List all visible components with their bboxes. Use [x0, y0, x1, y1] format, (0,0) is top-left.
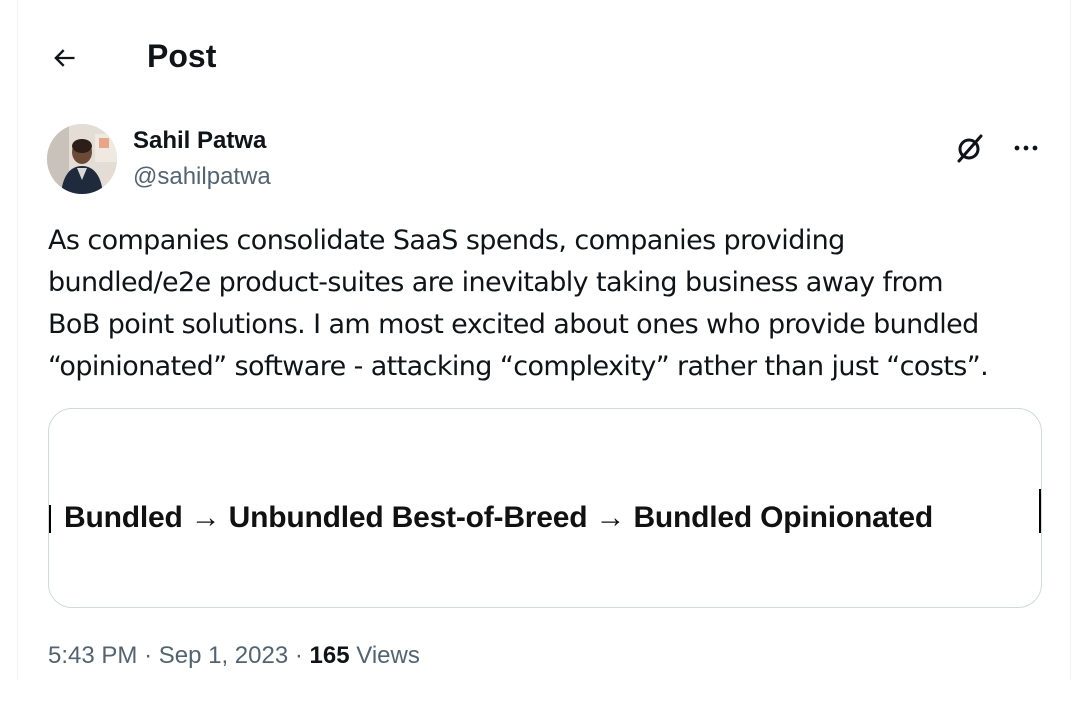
post-meta: 5:43 PM · Sep 1, 2023 · 165 Views — [48, 640, 420, 672]
back-button[interactable] — [42, 36, 86, 80]
arrow-left-icon — [54, 49, 75, 67]
meta-separator: · — [144, 642, 153, 669]
more-options-button[interactable] — [1008, 130, 1044, 166]
media-edge-mark — [49, 505, 51, 533]
author-handle[interactable]: @sahilpatwa — [133, 162, 271, 192]
avatar-photo — [47, 124, 117, 194]
media-image[interactable]: Bundled → Unbundled Best-of-Breed → Bund… — [48, 408, 1042, 608]
page-header: Post — [18, 0, 1070, 112]
post-text-line: As companies consolidate SaaS spends, co… — [48, 225, 845, 256]
page-title: Post — [147, 38, 217, 74]
grok-button[interactable] — [952, 130, 988, 166]
grok-icon — [957, 134, 983, 163]
more-icon — [1014, 145, 1038, 151]
post-text-line: bundled/e2e product-suites are inevitabl… — [48, 267, 944, 298]
views-count: 165 — [309, 642, 350, 669]
post-column: Post Sahil Patwa @sahilpatwa As companie… — [17, 0, 1071, 680]
author-name[interactable]: Sahil Patwa — [133, 126, 266, 156]
post-text-line: “opinionated” software - attacking “comp… — [48, 351, 989, 382]
post-date[interactable]: Sep 1, 2023 — [159, 642, 288, 669]
media-edge-mark — [1039, 489, 1041, 533]
post-time[interactable]: 5:43 PM — [48, 642, 137, 669]
views-label: Views — [356, 642, 420, 669]
avatar[interactable] — [47, 124, 117, 194]
post-text: As companies consolidate SaaS spends, co… — [48, 220, 1058, 388]
post-text-line: BoB point solutions. I am most excited a… — [48, 309, 979, 340]
meta-separator: · — [294, 642, 303, 669]
media-caption: Bundled → Unbundled Best-of-Breed → Bund… — [64, 501, 933, 534]
